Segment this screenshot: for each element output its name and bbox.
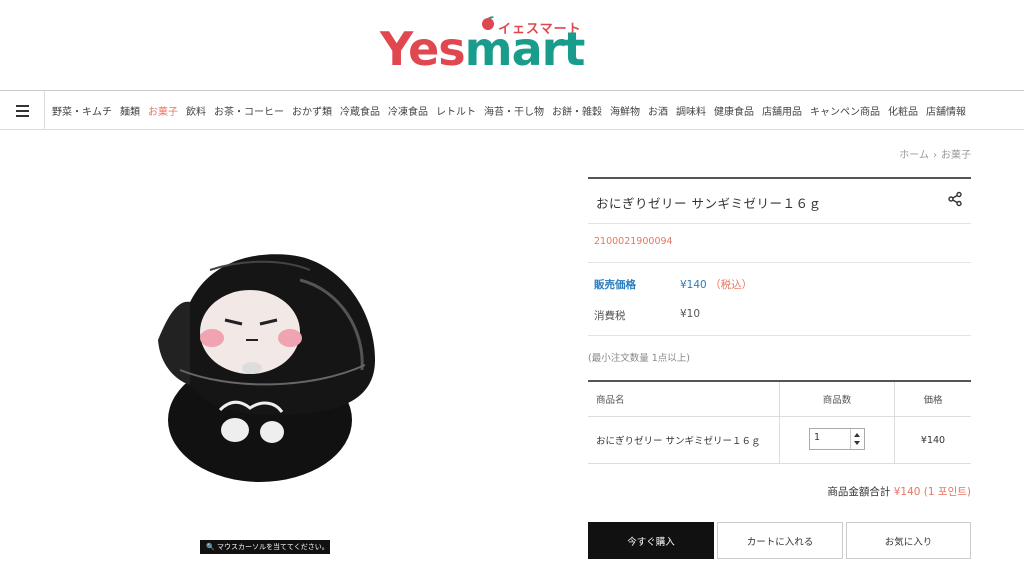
magnifier-icon: 🔍 xyxy=(206,543,217,551)
category-list: 野菜・キムチ 麺類 お菓子 飲料 お茶・コーヒー おかず類 冷蔵食品 冷凍食品 レトルト 海苔・干… xyxy=(52,91,974,129)
nav-item-13[interactable]: 調味料 xyxy=(676,103,706,118)
site-header: イェスマート Yesmart xyxy=(0,0,1024,91)
order-table: 商品名 商品数 価格 おにぎりゼリー サンギミゼリー１６ｇ 1 ¥140 xyxy=(588,380,971,464)
breadcrumb-home[interactable]: ホーム xyxy=(899,150,929,161)
product-title: おにぎりゼリー サンギミゼリー１６ｇ xyxy=(596,196,822,211)
nav-item-17[interactable]: 化粧品 xyxy=(888,103,918,118)
min-order-note: (最小注文数量 1点以上) xyxy=(588,353,690,364)
product-info-panel: おにぎりゼリー サンギミゼリー１６ｇ 2100021900094 販売価格 ¥1… xyxy=(588,177,971,464)
decrement-arrow-icon[interactable] xyxy=(854,440,860,445)
nav-item-0[interactable]: 野菜・キムチ xyxy=(52,103,112,118)
nav-item-6[interactable]: 冷蔵食品 xyxy=(340,103,380,118)
tax-value: ¥10 xyxy=(680,308,701,320)
product-image[interactable] xyxy=(150,240,390,490)
nav-item-3[interactable]: 飲料 xyxy=(186,103,206,118)
row-price: ¥140 xyxy=(894,416,971,464)
col-header-name: 商品名 xyxy=(588,380,780,417)
nav-item-15[interactable]: 店舗用品 xyxy=(762,103,802,118)
row-product-name: おにぎりゼリー サンギミゼリー１６ｇ xyxy=(588,416,780,464)
chevron-right-icon: › xyxy=(933,150,937,161)
share-icon[interactable] xyxy=(947,191,963,207)
add-to-cart-button[interactable]: カートに入れる xyxy=(717,522,843,559)
nav-item-8[interactable]: レトルト xyxy=(436,103,476,118)
product-code: 2100021900094 xyxy=(594,236,673,247)
nav-item-11[interactable]: 海鮮物 xyxy=(610,103,640,118)
breadcrumb-current[interactable]: お菓子 xyxy=(941,150,971,161)
nav-item-2[interactable]: お菓子 xyxy=(148,103,178,118)
increment-arrow-icon[interactable] xyxy=(854,432,860,437)
quantity-input[interactable]: 1 xyxy=(814,432,820,443)
favorite-button[interactable]: お気に入り xyxy=(846,522,971,559)
table-header-row: 商品名 商品数 価格 xyxy=(588,380,971,417)
tax-label: 消費税 xyxy=(594,310,626,322)
category-nav: 野菜・キムチ 麺類 お菓子 飲料 お茶・コーヒー おかず類 冷蔵食品 冷凍食品 レトルト 海苔・干… xyxy=(0,91,1024,130)
nav-item-18[interactable]: 店舗情報 xyxy=(926,103,966,118)
col-header-price: 価格 xyxy=(894,380,971,417)
order-total: 商品金額合計 ¥140 (1 포인트) xyxy=(827,484,971,499)
nav-item-1[interactable]: 麺類 xyxy=(120,103,140,118)
nav-item-12[interactable]: お酒 xyxy=(648,103,668,118)
nav-item-5[interactable]: おかず類 xyxy=(292,103,332,118)
price-value: ¥140 （税込） xyxy=(680,279,753,291)
buy-now-button[interactable]: 今すぐ購入 xyxy=(588,522,714,559)
nav-item-7[interactable]: 冷凍食品 xyxy=(388,103,428,118)
table-row: おにぎりゼリー サンギミゼリー１６ｇ 1 ¥140 xyxy=(588,416,971,464)
col-header-qty: 商品数 xyxy=(779,380,895,417)
hamburger-icon[interactable] xyxy=(0,91,45,129)
logo-wordmark: Yesmart xyxy=(380,22,585,76)
nav-item-4[interactable]: お茶・コーヒー xyxy=(214,103,284,118)
nav-item-16[interactable]: キャンペン商品 xyxy=(810,103,880,118)
nav-item-9[interactable]: 海苔・干し物 xyxy=(484,103,544,118)
total-label: 商品金額合計 xyxy=(827,486,891,498)
yesmart-logo[interactable]: イェスマート Yesmart xyxy=(380,16,610,76)
nav-item-10[interactable]: お餅・雑穀 xyxy=(552,103,602,118)
zoom-hint: 🔍 マウスカーソルを当ててください。 xyxy=(200,540,330,554)
quantity-stepper[interactable]: 1 xyxy=(809,427,865,450)
nav-item-14[interactable]: 健康食品 xyxy=(714,103,754,118)
breadcrumb: ホーム › お菓子 xyxy=(899,146,971,161)
total-amount: ¥140 (1 포인트) xyxy=(893,486,971,498)
price-label: 販売価格 xyxy=(594,279,636,291)
